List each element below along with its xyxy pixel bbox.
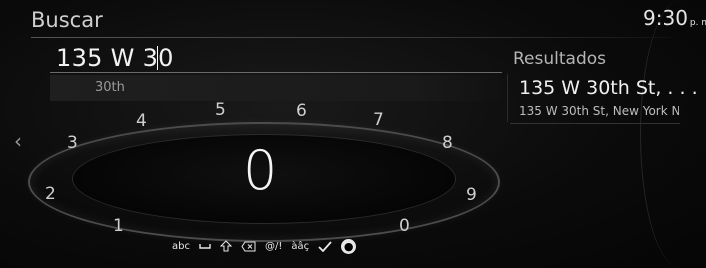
clock: 9:30p. m.	[643, 6, 706, 30]
suggestion-label: 30th	[95, 80, 125, 95]
search-input-underline	[50, 72, 502, 73]
checkmark-icon[interactable]	[318, 240, 332, 252]
dial-digit-0[interactable]: 0	[399, 216, 410, 236]
result-item-subtitle: 135 W 30th St, New York N	[519, 104, 679, 118]
result-divider	[510, 123, 680, 124]
space-icon[interactable]	[199, 242, 211, 250]
shift-icon[interactable]	[219, 240, 232, 252]
dial-digit-7[interactable]: 7	[373, 110, 384, 130]
dial-digit-2[interactable]: 2	[45, 184, 56, 204]
backspace-icon[interactable]	[241, 241, 256, 252]
page-title: Buscar	[31, 8, 103, 32]
result-item-title: 135 W 30th St, . . .	[519, 77, 698, 99]
accents-mode-button[interactable]: àâç	[291, 241, 309, 252]
dial-digit-9[interactable]: 9	[466, 185, 477, 205]
results-heading: Resultados	[513, 49, 606, 69]
dial-digit-1[interactable]: 1	[113, 216, 124, 236]
text-caret	[157, 46, 158, 70]
keyboard-toolbar: abc @/! àâç ●	[172, 235, 357, 257]
dial-digit-3[interactable]: 3	[67, 133, 78, 153]
dial-digit-6[interactable]: 6	[296, 101, 307, 121]
side-decorative-arc	[640, 0, 706, 268]
dial-digit-5[interactable]: 5	[215, 100, 226, 120]
clock-ampm: p. m.	[689, 18, 706, 28]
search-screen: Buscar 9:30p. m. 135 W 30 30th Resultado…	[0, 0, 706, 268]
dial-digit-4[interactable]: 4	[136, 111, 147, 131]
chevron-left-icon[interactable]: ‹	[14, 129, 22, 153]
dial-digit-8[interactable]: 8	[442, 133, 453, 153]
globe-icon[interactable]: ●	[341, 238, 357, 254]
abc-mode-button[interactable]: abc	[172, 241, 190, 252]
clock-time: 9:30	[643, 6, 688, 30]
selected-digit: 0	[243, 139, 278, 202]
title-divider	[31, 37, 671, 38]
symbols-mode-button[interactable]: @/!	[265, 241, 282, 252]
